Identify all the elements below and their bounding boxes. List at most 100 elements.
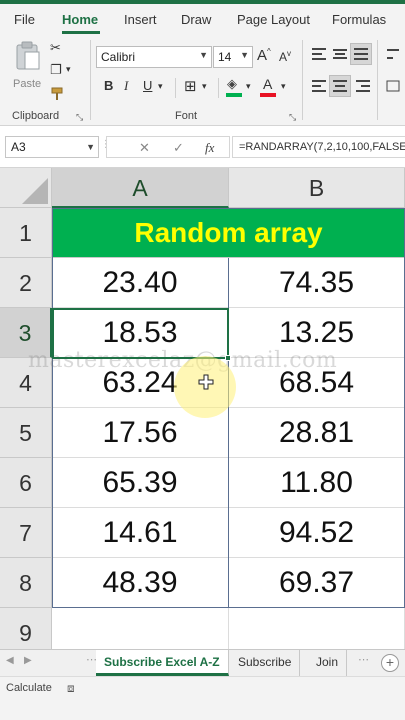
name-box[interactable]: A3 ▼ [5,136,99,158]
align-right-icon[interactable] [355,79,371,93]
group-divider [218,78,219,98]
row-header-9[interactable]: 9 [0,608,52,649]
font-size-value: 14 [218,50,232,64]
row-header-7[interactable]: 7 [0,508,52,558]
chevron-down-icon: ▼ [240,50,249,60]
macro-record-icon[interactable]: ⧈ [67,681,75,696]
formula-controls: ✕ ✓ fx [106,136,230,158]
align-center-button[interactable] [329,75,351,97]
confirm-icon[interactable]: ✓ [173,140,184,156]
cell-a5[interactable]: 17.56 [52,408,229,458]
font-launcher-icon[interactable]: ⤡ [289,112,296,123]
tab-insert[interactable]: Insert [124,12,157,27]
merge-icon[interactable] [386,79,400,93]
cell-b9[interactable] [229,608,405,649]
fill-handle[interactable] [225,355,231,361]
align-left-icon[interactable] [311,79,327,93]
align-top-icon[interactable] [311,47,327,61]
formula-input[interactable]: =RANDARRAY(7,2,10,100,FALSE) [232,136,405,158]
font-size-select[interactable]: 14 ▼ [213,46,253,68]
underline-dropdown-icon[interactable]: ▾ [158,81,163,92]
row-header-8[interactable]: 8 [0,558,52,608]
cell-b5[interactable]: 28.81 [229,408,405,458]
row-header-3[interactable]: 3 [0,308,52,358]
font-color-dropdown-icon[interactable]: ▾ [281,81,286,92]
underline-icon[interactable]: U [143,78,152,93]
tab-draw[interactable]: Draw [181,12,211,27]
tab-home[interactable]: Home [62,12,98,27]
bold-icon[interactable]: B [104,78,113,93]
group-divider [302,40,303,120]
title-cell[interactable]: Random array [52,208,405,258]
scroll-left-icon[interactable]: ◀ [6,655,14,666]
paste-label: Paste [13,78,42,90]
row-header-4[interactable]: 4 [0,358,52,408]
column-header-a[interactable]: A [52,168,229,208]
paste-button[interactable]: Paste [10,40,46,94]
clipboard-icon [16,41,40,70]
fill-dropdown-icon[interactable]: ▾ [246,81,251,92]
wrap-text-icon[interactable] [386,47,400,61]
borders-icon[interactable]: ⊞ [184,77,197,95]
sheet-tab-subscribe-excel-a-z[interactable]: Subscribe Excel A-Z [96,650,229,676]
cell-a8[interactable]: 48.39 [52,558,229,608]
sheet-tab-subscribe[interactable]: Subscribe [230,650,301,676]
cell-b3[interactable]: 13.25 [229,308,405,358]
plus-circle-icon[interactable]: + [381,654,399,672]
cancel-icon[interactable]: ✕ [139,140,150,156]
borders-dropdown-icon[interactable]: ▾ [202,81,207,92]
formula-bar: A3 ▼ ⋮ ✕ ✓ fx =RANDARRAY(7,2,10,100,FALS… [0,126,405,168]
align-bottom-button[interactable] [350,43,372,65]
cell-a3[interactable]: 18.53 [52,308,229,358]
fill-color-swatch [226,93,242,97]
cell-b8[interactable]: 69.37 [229,558,405,608]
cell-a7[interactable]: 14.61 [52,508,229,558]
row-header-1[interactable]: 1 [0,208,52,258]
ribbon: Paste ✂ ❐ ▾ Clipboard ⤡ Calibri ▼ 14 ▼ A… [0,34,405,126]
format-painter-icon[interactable] [50,86,66,102]
cell-b6[interactable]: 11.80 [229,458,405,508]
group-divider [175,78,176,98]
row-header-6[interactable]: 6 [0,458,52,508]
tab-file[interactable]: File [14,12,35,27]
cut-icon[interactable]: ✂ [50,40,61,56]
cell-b4[interactable]: 68.54 [229,358,405,408]
row-header-5[interactable]: 5 [0,408,52,458]
cell-cursor-icon [198,374,214,390]
align-center-icon [333,80,347,92]
font-group-label: Font [175,110,198,122]
sheet-tab-join[interactable]: Join [308,650,348,676]
cell-a9[interactable] [52,608,229,649]
scroll-right-icon[interactable]: ▶ [24,655,32,666]
group-divider [90,40,91,120]
row-header-2[interactable]: 2 [0,258,52,308]
paint-bucket-icon: ◈ [227,76,237,91]
insert-function-icon[interactable]: fx [205,140,214,156]
font-name-select[interactable]: Calibri ▼ [96,46,212,68]
status-text[interactable]: Calculate [6,682,52,694]
sheet-tab-bar: ◀ ▶ ⋯ Subscribe Excel A-Z Subscribe Join… [0,649,405,676]
cell-b7[interactable]: 94.52 [229,508,405,558]
chevron-down-icon: ▼ [199,50,208,60]
cell-b2[interactable]: 74.35 [229,258,405,308]
tab-page-layout[interactable]: Page Layout [237,12,310,27]
cell-a6[interactable]: 65.39 [52,458,229,508]
name-box-value: A3 [11,140,26,154]
italic-icon[interactable]: I [124,78,128,94]
align-middle-icon[interactable] [332,47,348,61]
clipboard-launcher-icon[interactable]: ⤡ [76,112,83,123]
copy-dropdown-icon[interactable]: ▾ [66,64,71,75]
fill-color-button[interactable]: ◈ [226,76,244,98]
copy-icon[interactable]: ❐ [50,62,62,78]
increase-font-icon[interactable]: A^ [257,47,271,64]
tab-formulas[interactable]: Formulas [332,12,386,27]
select-all-triangle-icon [22,178,48,204]
font-color-button[interactable]: A [260,76,278,98]
more-sheets-right-icon[interactable]: ⋯ [358,653,369,666]
worksheet-grid: A B 1 2 3 4 5 6 7 8 9 Random array 23.40… [0,168,405,649]
decrease-font-icon[interactable]: Av [279,49,291,64]
select-all-button[interactable] [0,168,52,208]
column-header-b[interactable]: B [229,168,405,208]
cell-a2[interactable]: 23.40 [52,258,229,308]
chevron-down-icon: ▼ [86,142,95,152]
